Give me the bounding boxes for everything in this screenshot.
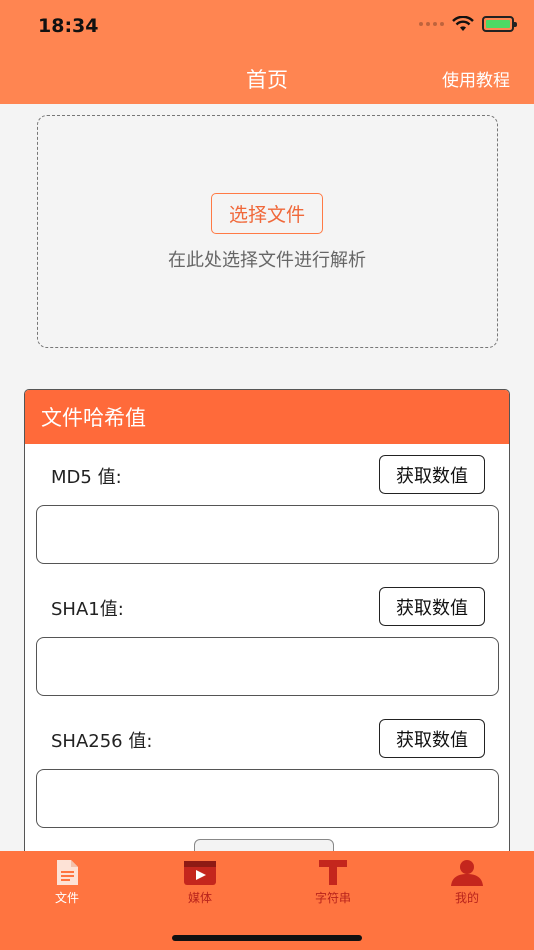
sha256-label: SHA256 值: <box>51 731 153 752</box>
sha1-label: SHA1值: <box>51 599 124 620</box>
media-icon <box>184 861 216 885</box>
tab-string[interactable]: 字符串 <box>293 859 373 906</box>
tab-label: 文件 <box>54 891 79 905</box>
tab-label: 我的 <box>454 891 479 905</box>
hash-panel: 文件哈希值 MD5 值: 获取数值 SHA1值: 获取数值 SHA256 值: … <box>24 389 510 889</box>
tab-mine[interactable]: 我的 <box>427 859 507 906</box>
status-time: 18:34 <box>38 15 99 37</box>
hash-panel-title: 文件哈希值 <box>25 390 509 444</box>
tab-media[interactable]: 媒体 <box>160 859 240 906</box>
sha1-result-field[interactable] <box>36 637 499 696</box>
md5-get-button[interactable]: 获取数值 <box>379 455 485 494</box>
home-indicator <box>172 935 362 941</box>
user-icon <box>451 860 483 886</box>
signal-icon <box>419 22 444 26</box>
md5-label: MD5 值: <box>51 467 122 488</box>
tab-label: 媒体 <box>187 891 212 905</box>
sha1-get-button[interactable]: 获取数值 <box>379 587 485 626</box>
app-header: 18:34 首页 使用教程 <box>0 0 534 104</box>
select-file-button[interactable]: 选择文件 <box>211 193 323 234</box>
sha256-result-field[interactable] <box>36 769 499 828</box>
battery-icon <box>482 16 517 32</box>
wifi-icon <box>452 16 474 31</box>
sha256-get-button[interactable]: 获取数值 <box>379 719 485 758</box>
drop-hint: 在此处选择文件进行解析 <box>168 250 366 271</box>
md5-result-field[interactable] <box>36 505 499 564</box>
tab-file[interactable]: 文件 <box>27 859 107 906</box>
file-icon <box>57 860 78 885</box>
tutorial-link[interactable]: 使用教程 <box>442 66 510 91</box>
status-icons <box>419 16 517 32</box>
tab-label: 字符串 <box>314 891 351 905</box>
text-icon <box>319 860 347 885</box>
